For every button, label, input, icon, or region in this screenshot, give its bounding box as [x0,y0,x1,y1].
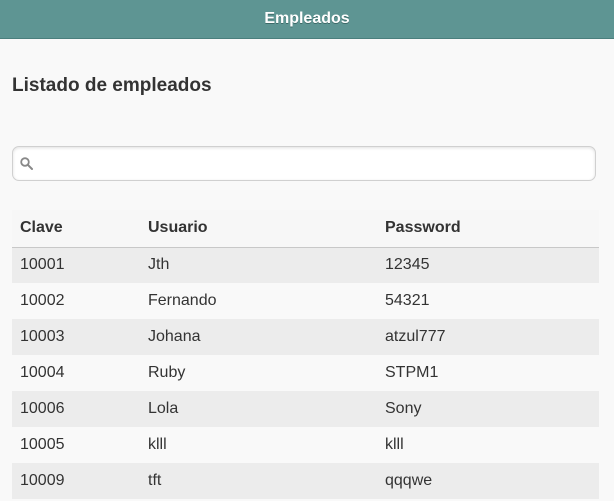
cell-usuario: Johana [148,328,201,345]
cell-password: atzul777 [385,328,446,345]
cell-password: 54321 [385,292,430,309]
column-header-password[interactable]: Password [377,210,599,247]
cell-usuario: Fernando [148,292,217,309]
cell-usuario: Ruby [148,364,186,381]
app-header: Empleados [0,0,614,39]
cell-password: klll [385,436,404,453]
cell-clave: 10001 [20,256,65,274]
table-row[interactable]: 10009 tft qqqwe [12,463,599,499]
cell-usuario: tft [148,472,162,489]
table-header-row: Clave Usuario Password [12,210,599,247]
cell-clave: 10005 [20,436,65,453]
table-row[interactable]: 10003 Johana atzul777 [12,319,599,355]
table-row[interactable]: 10001 Jth 12345 [12,247,599,283]
column-header-clave[interactable]: Clave [12,210,140,247]
table-row[interactable]: 10005 klll klll [12,427,599,463]
table-row[interactable]: 10002 Fernando 54321 [12,283,599,319]
cell-clave: 10009 [20,472,65,489]
header-title: Empleados [264,10,350,27]
table-row[interactable]: 10006 Lola Sony [12,391,599,427]
page-title: Listado de empleados [12,75,212,96]
cell-password: 12345 [385,256,430,274]
cell-clave: 10003 [20,328,65,345]
search-icon [20,157,33,170]
cell-usuario: Jth [148,256,170,274]
cell-usuario: Lola [148,400,179,417]
cell-clave: 10004 [20,364,65,381]
cell-clave: 10006 [20,400,65,417]
cell-password: Sony [385,400,422,417]
search-input[interactable] [41,147,591,180]
table-row[interactable]: 10004 Ruby STPM1 [12,355,599,391]
cell-clave: 10002 [20,292,65,309]
search-box[interactable] [12,146,596,181]
cell-password: qqqwe [385,472,433,489]
cell-password: STPM1 [385,364,439,381]
employees-table: Clave Usuario Password 10001 Jth 12345 1… [12,210,599,499]
column-header-usuario[interactable]: Usuario [140,210,377,247]
cell-usuario: klll [148,436,167,453]
